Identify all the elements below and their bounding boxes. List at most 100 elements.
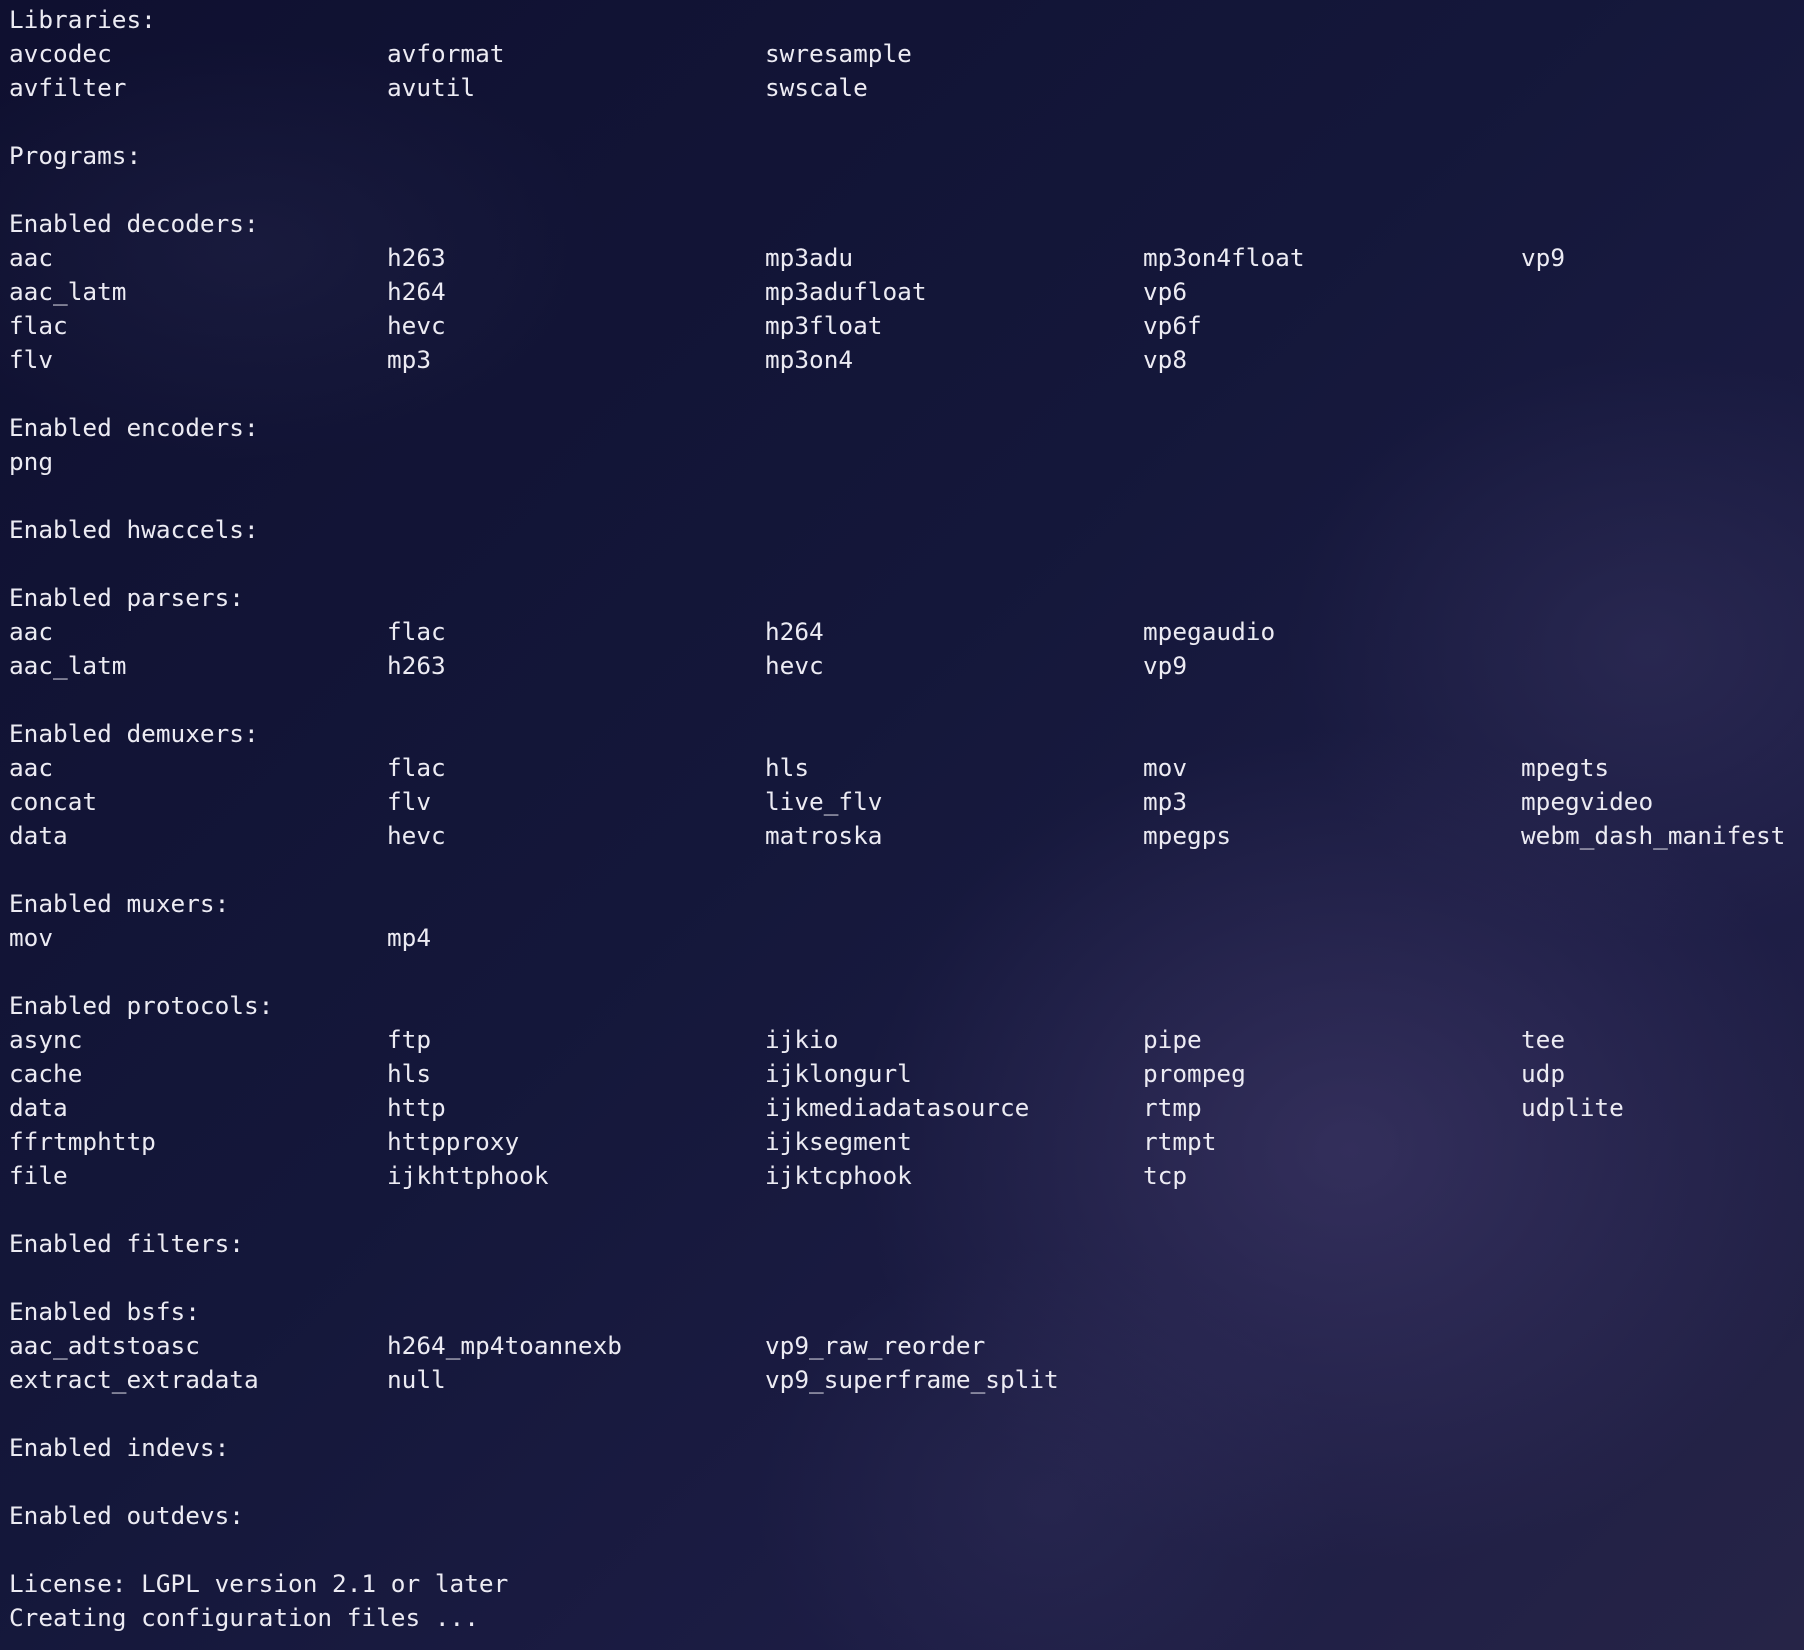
list-row: data hevc matroska mpegps webm_dash_manifest [9, 819, 1786, 853]
list-item: aac_latm [9, 277, 127, 306]
list-row: flv mp3 mp3on4 vp8 [9, 343, 1771, 377]
list-item: concat [9, 787, 98, 816]
list-item: aac [9, 617, 54, 646]
list-item: mpegaudio [1143, 617, 1276, 646]
section-heading: Enabled protocols: [9, 991, 274, 1020]
list-item: flac [387, 617, 446, 646]
list-item: vp6f [1143, 311, 1202, 340]
list-item: webm_dash_manifest [1521, 821, 1786, 850]
list-item: vp8 [1143, 345, 1188, 374]
list-item: avformat [387, 39, 505, 68]
section-heading: Enabled outdevs: [9, 1501, 244, 1530]
list-item: mov [9, 923, 54, 952]
list-item: h263 [387, 243, 446, 272]
list-row: file ijkhttphook ijktcphook tcp [9, 1159, 1771, 1193]
list-item: extract_extradata [9, 1365, 259, 1394]
list-item: h264 [387, 277, 446, 306]
list-item: pipe [1143, 1025, 1202, 1054]
list-row: async ftp ijkio pipe tee [9, 1023, 1771, 1057]
list-item: mp3float [765, 311, 883, 340]
list-item: cache [9, 1059, 83, 1088]
list-item: mpegps [1143, 821, 1232, 850]
list-row: aac flac h264 mpegaudio [9, 615, 1771, 649]
section-heading: Enabled encoders: [9, 413, 259, 442]
list-item: mp3adufloat [765, 277, 927, 306]
list-item: avutil [387, 73, 476, 102]
list-row: mov mp4 [9, 921, 1771, 955]
list-item: hevc [387, 821, 446, 850]
list-item: udp [1521, 1059, 1566, 1088]
list-item: mp3 [1143, 787, 1188, 816]
list-item: aac_adtstoasc [9, 1331, 200, 1360]
list-item: mp3adu [765, 243, 854, 272]
list-item: flv [9, 345, 54, 374]
list-row: data http ijkmediadatasource rtmp udplite [9, 1091, 1771, 1125]
list-item: ijkhttphook [387, 1161, 549, 1190]
list-item: hls [387, 1059, 432, 1088]
list-item: aac [9, 243, 54, 272]
list-row: cache hls ijklongurl prompeg udp [9, 1057, 1771, 1091]
list-item: tee [1521, 1025, 1566, 1054]
section-heading: Enabled filters: [9, 1229, 244, 1258]
list-item: file [9, 1161, 68, 1190]
list-item: matroska [765, 821, 883, 850]
list-item: vp9_raw_reorder [765, 1331, 986, 1360]
list-row: png [9, 445, 1771, 479]
list-item: mov [1143, 753, 1188, 782]
list-item: png [9, 447, 54, 476]
list-item: hls [765, 753, 810, 782]
list-item: mpegts [1521, 753, 1610, 782]
list-row: aac_latm h264 mp3adufloat vp6 [9, 275, 1771, 309]
list-row: extract_extradata null vp9_superframe_spli… [9, 1363, 1771, 1397]
list-item: vp9_superframe_split [765, 1365, 1059, 1394]
section-heading: Libraries: [9, 5, 156, 34]
list-item: rtmp [1143, 1093, 1202, 1122]
list-item: swresample [765, 39, 912, 68]
list-item: ftp [387, 1025, 432, 1054]
license-line: License: LGPL version 2.1 or later [9, 1569, 509, 1598]
list-item: ijktcphook [765, 1161, 912, 1190]
list-item: async [9, 1025, 83, 1054]
list-row: concat flv live_flv mp3 mpegvideo [9, 785, 1771, 819]
list-item: mpegvideo [1521, 787, 1654, 816]
list-item: ijklongurl [765, 1059, 912, 1088]
list-item: vp9 [1521, 243, 1566, 272]
list-item: data [9, 1093, 68, 1122]
section-heading: Programs: [9, 141, 142, 170]
list-row: aac_latm h263 hevc vp9 [9, 649, 1771, 683]
section-heading: Enabled demuxers: [9, 719, 259, 748]
terminal-window: Libraries: avcodec avformat swresample avfil… [0, 0, 1804, 1650]
list-item: h263 [387, 651, 446, 680]
list-item: avfilter [9, 73, 127, 102]
list-item: mp3on4 [765, 345, 854, 374]
section-heading: Enabled muxers: [9, 889, 230, 918]
section-heading: Enabled indevs: [9, 1433, 230, 1462]
list-row: aac flac hls mov mpegts [9, 751, 1771, 785]
list-item: hevc [765, 651, 824, 680]
list-row: flac hevc mp3float vp6f [9, 309, 1771, 343]
section-heading: Enabled hwaccels: [9, 515, 259, 544]
list-item: hevc [387, 311, 446, 340]
list-item: mp3on4float [1143, 243, 1305, 272]
list-item: swscale [765, 73, 868, 102]
list-item: ijkio [765, 1025, 839, 1054]
list-item: vp9 [1143, 651, 1188, 680]
list-row: aac h263 mp3adu mp3on4float vp9 [9, 241, 1771, 275]
status-line: Creating configuration files ... [9, 1603, 479, 1632]
list-item: tcp [1143, 1161, 1188, 1190]
list-item: h264_mp4toannexb [387, 1331, 622, 1360]
list-item: httpproxy [387, 1127, 520, 1156]
list-item: data [9, 821, 68, 850]
section-heading: Enabled parsers: [9, 583, 244, 612]
